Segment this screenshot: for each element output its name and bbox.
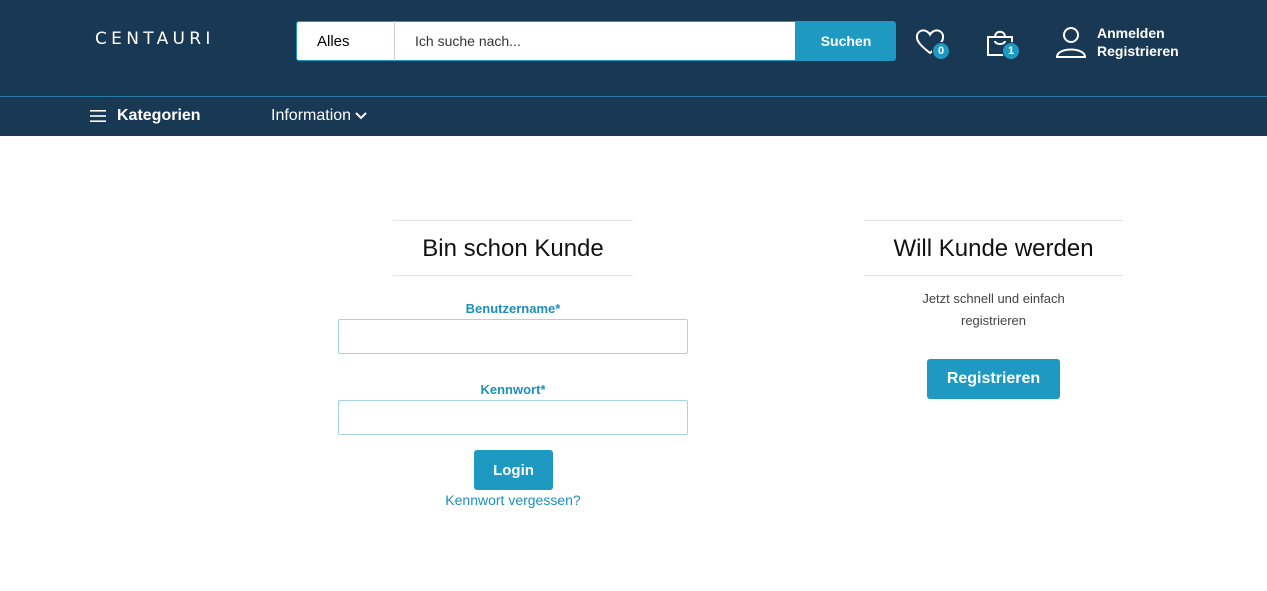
account-links: Anmelden Registrieren (1097, 24, 1179, 60)
register-description-line1: Jetzt schnell und einfach (922, 291, 1065, 306)
password-label: Kennwort* (480, 382, 546, 397)
cart-count-badge: 1 (1002, 42, 1020, 60)
register-button[interactable]: Registrieren (927, 359, 1060, 399)
username-label: Benutzername* (465, 301, 561, 316)
chevron-down-icon (355, 112, 367, 120)
search-input[interactable] (394, 21, 796, 61)
forgot-password-link[interactable]: Kennwort vergessen? (338, 492, 688, 508)
login-link[interactable]: Anmelden (1097, 24, 1179, 42)
password-field[interactable] (338, 400, 688, 435)
main-nav: Kategorien Information (0, 96, 1267, 136)
search-category-select[interactable]: Alles (296, 21, 394, 61)
login-title: Bin schon Kunde (393, 220, 633, 276)
search-bar: Alles Suchen (296, 21, 896, 61)
register-description-line2: registrieren (960, 313, 1027, 328)
account-menu[interactable]: Anmelden Registrieren (1055, 24, 1179, 60)
site-header: CENTAURI Alles Suchen 0 1 Anmelden Regis… (0, 0, 1267, 96)
user-icon (1055, 27, 1087, 58)
categories-menu[interactable]: Kategorien (90, 107, 201, 125)
register-title: Will Kunde werden (864, 220, 1123, 276)
hamburger-icon (90, 110, 106, 122)
wishlist-count-badge: 0 (932, 42, 950, 60)
search-button[interactable]: Suchen (796, 21, 896, 61)
search-category-value: Alles (317, 32, 350, 50)
categories-label: Kategorien (117, 107, 201, 124)
register-link[interactable]: Registrieren (1097, 42, 1179, 60)
cart-button[interactable]: 1 (984, 24, 1024, 64)
site-logo[interactable]: CENTAURI (95, 29, 215, 49)
register-description: Jetzt schnell und einfach registrieren (864, 288, 1123, 332)
username-field[interactable] (338, 319, 688, 354)
information-label: Information (271, 107, 352, 124)
login-button[interactable]: Login (474, 450, 553, 490)
information-menu[interactable]: Information (271, 107, 368, 125)
wishlist-button[interactable]: 0 (914, 24, 954, 64)
